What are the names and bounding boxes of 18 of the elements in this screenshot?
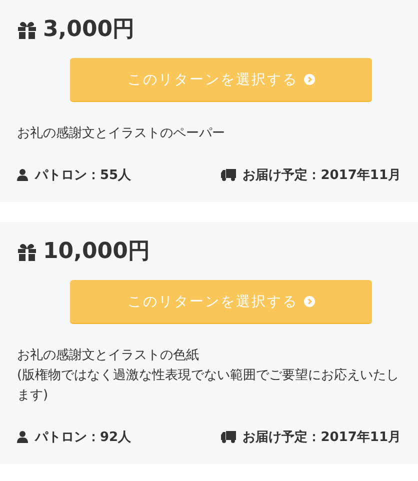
delivery-date: お届け予定：2017年11月 <box>242 166 401 184</box>
truck-icon <box>220 169 236 181</box>
patron-count: パトロン：92人 <box>35 429 132 446</box>
user-icon <box>17 169 28 181</box>
gift-icon <box>17 243 37 261</box>
select-reward-button[interactable]: このリターンを選択する <box>70 280 372 324</box>
delivery-date: お届け予定：2017年11月 <box>242 428 401 446</box>
reward-price: 10,000円 <box>43 238 150 266</box>
gift-icon <box>17 21 37 39</box>
reward-description: お礼の感謝文とイラストの色紙 (版権物ではなく過激な性表現でない範囲でご要望にお応えいたします) <box>17 347 400 405</box>
patron-count: パトロン：55人 <box>35 167 132 184</box>
truck-icon <box>220 431 236 443</box>
select-reward-button[interactable]: このリターンを選択する <box>70 58 372 102</box>
reward-description: お礼の感謝文とイラストのペーパー <box>17 125 226 143</box>
chevron-circle-icon <box>304 296 315 307</box>
reward-price: 3,000円 <box>43 16 135 44</box>
chevron-circle-icon <box>304 74 315 85</box>
user-icon <box>17 431 28 443</box>
